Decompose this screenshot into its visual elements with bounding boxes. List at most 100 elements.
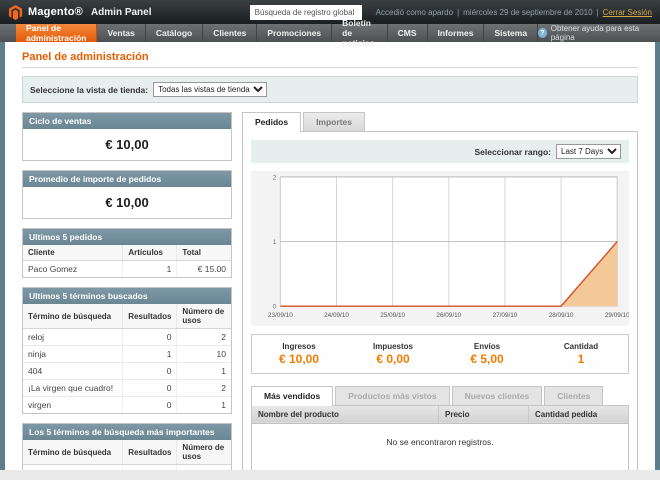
table-row[interactable]: 40401 <box>23 363 231 380</box>
table-row[interactable]: ninja110 <box>23 465 231 471</box>
table-cell: reloj <box>23 329 123 346</box>
help-icon: ? <box>538 28 547 38</box>
stat-label: Impuestos <box>346 342 440 351</box>
column-header: Resultados <box>123 304 177 329</box>
box-value: € 10,00 <box>23 129 231 160</box>
store-view-select[interactable]: Todas las vistas de tienda <box>153 82 267 97</box>
column-header[interactable]: Nombre del producto <box>252 405 439 423</box>
nav-item-promociones[interactable]: Promociones <box>257 24 332 42</box>
table-cell: 1 <box>123 261 177 278</box>
topbar-user-info: Accedió como apardo | miércoles 29 de se… <box>376 8 652 17</box>
table-cell: ¡La virgen que cuadro! <box>23 380 123 397</box>
tab-mas-vendidos[interactable]: Más vendidos <box>251 386 333 406</box>
tab-clientes[interactable]: Clientes <box>544 386 603 405</box>
totals-bar: Ingresos€ 10,00Impuestos€ 0,00Envíos€ 5,… <box>251 334 629 374</box>
column-header: Total <box>177 245 231 261</box>
stat-value: € 0,00 <box>346 352 440 366</box>
mini-table: Término de búsquedaResultadosNúmero de u… <box>23 304 231 413</box>
stat-label: Ingresos <box>252 342 346 351</box>
separator: | <box>597 8 599 17</box>
stat-value: € 10,00 <box>252 352 346 366</box>
table-cell: 1 <box>177 397 231 414</box>
table-row[interactable]: reloj02 <box>23 329 231 346</box>
logout-link[interactable]: Cerrar Sesión <box>603 8 652 17</box>
store-view-switcher: Seleccione la vista de tienda: Todas las… <box>22 76 638 103</box>
column-header[interactable]: Cantidad pedida <box>529 405 629 423</box>
column-header: Término de búsqueda <box>23 304 123 329</box>
right-column: PedidosImportes Seleccionar rango: Last … <box>242 112 638 470</box>
column-header[interactable]: Precio <box>439 405 529 423</box>
svg-text:23/09/10: 23/09/10 <box>268 312 293 319</box>
orders-chart: 01223/09/1024/09/1025/09/1026/09/1027/09… <box>251 171 629 326</box>
column-header: Número de usos <box>177 304 231 329</box>
svg-text:24/09/10: 24/09/10 <box>324 312 349 319</box>
box-title: Promedio de importe de pedidos <box>23 171 231 187</box>
empty-row: No se encontraron registros. <box>252 423 629 470</box>
svg-text:2: 2 <box>273 174 277 181</box>
dashboard-panel: Seleccionar rango: Last 7 Days 0 1 2 23/09/… <box>242 131 638 470</box>
box-title: Ciclo de ventas <box>23 113 231 129</box>
range-label: Seleccionar rango: <box>474 147 551 157</box>
box-value: € 10,00 <box>23 187 231 218</box>
table-row[interactable]: ninja110 <box>23 346 231 363</box>
magento-logo: Magento® Admin Panel <box>8 5 152 20</box>
table-cell: 2 <box>177 329 231 346</box>
box-title: Los 5 términos de búsqueda más important… <box>23 424 231 440</box>
nav-item-boletin-de-noticias[interactable]: Boletín de noticias <box>332 24 387 42</box>
help-link[interactable]: ? Obtener ayuda para esta página <box>538 24 660 42</box>
svg-text:0: 0 <box>273 304 277 311</box>
svg-text:25/09/10: 25/09/10 <box>380 312 405 319</box>
range-select[interactable]: Last 7 Days <box>556 144 621 159</box>
nav-item-clientes[interactable]: Clientes <box>203 24 257 42</box>
empty-text: No se encontraron registros. <box>252 423 629 470</box>
nav-item-sistema[interactable]: Sistema <box>484 24 538 42</box>
stat-label: Envíos <box>440 342 534 351</box>
table-cell: 2 <box>177 380 231 397</box>
table-cell: 404 <box>23 363 123 380</box>
nav-item-informes[interactable]: Informes <box>428 24 485 42</box>
tab-productos-mas-vistos[interactable]: Productos más vistos <box>335 386 449 405</box>
main-nav: Panel de administraciónVentasCatálogoCli… <box>0 24 660 42</box>
svg-text:26/09/10: 26/09/10 <box>436 312 461 319</box>
mini-table: Término de búsquedaResultadosNúmero de u… <box>23 440 231 470</box>
tab-pedidos[interactable]: Pedidos <box>242 112 301 132</box>
magento-logo-icon <box>8 5 23 20</box>
nav-item-panel-de-administracion[interactable]: Panel de administración <box>16 24 97 42</box>
table-cell: 1 <box>123 346 177 363</box>
products-table: Nombre del productoPrecioCantidad pedida… <box>251 405 629 470</box>
title-divider <box>22 67 638 68</box>
table-box-ultimos-5-terminos-buscados: Ultimos 5 términos buscadosTérmino de bú… <box>22 287 232 414</box>
column-header: Número de usos <box>177 440 231 465</box>
logged-in-as: Accedió como apardo <box>376 8 453 17</box>
nav-item-cms[interactable]: CMS <box>388 24 428 42</box>
magento-admin-page: Magento® Admin Panel Accedió como apardo… <box>0 0 660 480</box>
orders-chart-svg: 01223/09/1024/09/1025/09/1026/09/1027/09… <box>251 171 629 326</box>
svg-text:28/09/10: 28/09/10 <box>549 312 574 319</box>
table-row[interactable]: virgen01 <box>23 397 231 414</box>
current-date: miércoles 29 de septiembre de 2010 <box>463 8 592 17</box>
nav-item-ventas[interactable]: Ventas <box>97 24 145 42</box>
table-box-ultimos-5-pedidos: Ultimos 5 pedidosClienteArtículosTotalPa… <box>22 228 232 278</box>
help-label: Obtener ayuda para esta página <box>551 24 650 42</box>
box-title: Ultimos 5 términos buscados <box>23 288 231 304</box>
stat-label: Cantidad <box>534 342 628 351</box>
table-cell: € 15.00 <box>177 261 231 278</box>
report-tabs: Más vendidosProductos más vistosNuevos c… <box>251 386 629 405</box>
tab-importes[interactable]: Importes <box>303 112 365 131</box>
left-column: Ciclo de ventas€ 10,00Promedio de import… <box>22 112 232 470</box>
stat-value: 1 <box>534 352 628 366</box>
nav-item-catalogo[interactable]: Catálogo <box>146 24 203 42</box>
table-cell: 0 <box>123 380 177 397</box>
footer-strip <box>0 470 660 480</box>
table-row[interactable]: Paco Gomez1€ 15.00 <box>23 261 231 278</box>
table-cell: 0 <box>123 397 177 414</box>
stat-envios: Envíos€ 5,00 <box>440 342 534 366</box>
table-row[interactable]: ¡La virgen que cuadro!02 <box>23 380 231 397</box>
stat-value: € 5,00 <box>440 352 534 366</box>
tab-nuevos-clientes[interactable]: Nuevos clientes <box>452 386 543 405</box>
table-cell: virgen <box>23 397 123 414</box>
separator: | <box>457 8 459 17</box>
box-title: Ultimos 5 pedidos <box>23 229 231 245</box>
summary-box-ciclo-de-ventas: Ciclo de ventas€ 10,00 <box>22 112 232 161</box>
column-header: Resultados <box>123 440 177 465</box>
